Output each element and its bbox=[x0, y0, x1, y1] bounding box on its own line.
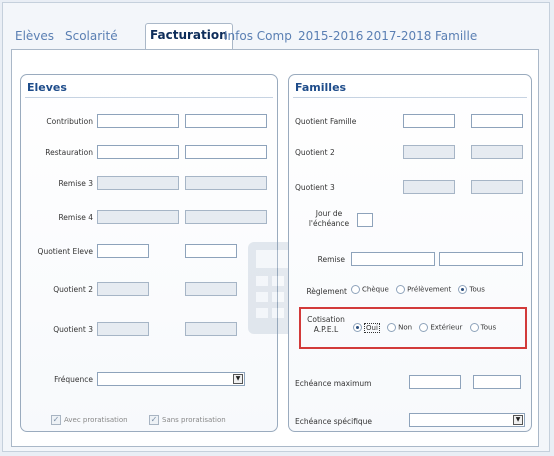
reglement-option-cheque[interactable]: Chèque bbox=[351, 285, 389, 294]
radio-icon bbox=[351, 285, 360, 294]
frequence-select[interactable]: ▼ bbox=[97, 372, 245, 386]
restauration-field-1[interactable] bbox=[97, 145, 179, 159]
cotisation-option-oui[interactable]: Oui bbox=[353, 322, 380, 333]
cotisation-option-label: Non bbox=[398, 323, 413, 332]
chevron-down-icon[interactable]: ▼ bbox=[513, 415, 523, 425]
echeance-max-label: Echéance maximum bbox=[295, 379, 372, 388]
familles-divider bbox=[293, 97, 527, 98]
chevron-down-icon[interactable]: ▼ bbox=[233, 374, 243, 384]
contribution-field-2[interactable] bbox=[185, 114, 267, 128]
quotient3-field-1[interactable] bbox=[97, 322, 149, 336]
tab-scolarite[interactable]: Scolarité bbox=[65, 25, 118, 47]
remise3-label: Remise 3 bbox=[58, 179, 93, 188]
remise-label: Remise bbox=[317, 255, 345, 264]
cotisation-label: Cotisation A.P.E.L bbox=[307, 315, 345, 334]
contribution-label: Contribution bbox=[46, 117, 93, 126]
avec-proratisation-label: Avec proratisation bbox=[64, 416, 128, 424]
reglement-label: Règlement bbox=[306, 287, 347, 296]
quotient2-field-1[interactable] bbox=[97, 282, 149, 296]
avec-proratisation-checkbox[interactable]: ✓ Avec proratisation bbox=[51, 415, 128, 425]
radio-icon bbox=[387, 323, 397, 332]
restauration-field-2[interactable] bbox=[185, 145, 267, 159]
restauration-label: Restauration bbox=[45, 148, 93, 157]
eleves-divider bbox=[25, 97, 273, 98]
tab-content: Eleves Contribution Restauration Remise … bbox=[11, 49, 539, 447]
eleves-title: Eleves bbox=[27, 81, 67, 94]
eleves-panel: Eleves Contribution Restauration Remise … bbox=[20, 74, 278, 432]
quotient2-label: Quotient 2 bbox=[53, 285, 93, 294]
remise4-field-1[interactable] bbox=[97, 210, 179, 224]
reglement-option-label: Prélèvement bbox=[407, 285, 452, 294]
quotient3-label: Quotient 3 bbox=[53, 325, 93, 334]
tab-2015-2016[interactable]: 2015-2016 bbox=[298, 25, 363, 47]
echeance-max-field-2[interactable] bbox=[473, 375, 521, 389]
familles-quotient2-label: Quotient 2 bbox=[295, 148, 335, 157]
familles-quotient2-field-1[interactable] bbox=[403, 145, 455, 159]
cotisation-option-tous[interactable]: Tous bbox=[469, 323, 497, 332]
quotient2-field-2[interactable] bbox=[185, 282, 237, 296]
tab-2017-2018[interactable]: 2017-2018 bbox=[366, 25, 431, 47]
familles-quotient3-label: Quotient 3 bbox=[295, 183, 335, 192]
quotient3-field-2[interactable] bbox=[185, 322, 237, 336]
tab-bar: Elèves Scolarité Facturation Infos Comp … bbox=[3, 3, 549, 51]
quotient-famille-field-1[interactable] bbox=[403, 114, 455, 128]
radio-icon bbox=[469, 323, 479, 332]
familles-panel: Familles Quotient Famille Quotient 2 Quo… bbox=[288, 74, 532, 432]
echeance-spec-label: Echéance spécifique bbox=[295, 417, 373, 426]
cotisation-option-label: Oui bbox=[364, 322, 380, 333]
reglement-option-tous[interactable]: Tous bbox=[458, 285, 485, 294]
familles-quotient3-field-2[interactable] bbox=[471, 180, 523, 194]
frequence-label: Fréquence bbox=[54, 375, 93, 384]
cotisation-option-non[interactable]: Non bbox=[387, 323, 412, 332]
remise3-field-1[interactable] bbox=[97, 176, 179, 190]
remise4-field-2[interactable] bbox=[185, 210, 267, 224]
sans-proratisation-label: Sans proratisation bbox=[162, 416, 226, 424]
reglement-option-label: Chèque bbox=[362, 285, 389, 294]
radio-icon bbox=[419, 323, 429, 332]
cotisation-option-label: Tous bbox=[480, 323, 497, 332]
radio-selected-icon bbox=[458, 285, 468, 294]
contribution-field-1[interactable] bbox=[97, 114, 179, 128]
quotient-famille-label: Quotient Famille bbox=[295, 117, 357, 126]
cotisation-radio-group: Oui Non Extérieur Tous bbox=[353, 322, 501, 333]
tab-famille[interactable]: Famille bbox=[435, 25, 477, 47]
checkbox-icon: ✓ bbox=[149, 415, 159, 425]
quotient-famille-field-2[interactable] bbox=[471, 114, 523, 128]
sans-proratisation-checkbox[interactable]: ✓ Sans proratisation bbox=[149, 415, 226, 425]
radio-selected-icon bbox=[353, 323, 362, 332]
tab-facturation[interactable]: Facturation bbox=[145, 23, 233, 49]
checkbox-icon: ✓ bbox=[51, 415, 61, 425]
quotient-eleve-field-1[interactable] bbox=[97, 244, 149, 258]
jour-echeance-label: Jour de l'échéance bbox=[308, 209, 350, 228]
familles-quotient3-field-1[interactable] bbox=[403, 180, 455, 194]
app-window: Elèves Scolarité Facturation Infos Comp … bbox=[2, 2, 550, 452]
cotisation-option-label: Extérieur bbox=[430, 323, 463, 332]
remise-field-2[interactable] bbox=[439, 252, 523, 266]
reglement-option-label: Tous bbox=[469, 285, 485, 294]
familles-quotient2-field-2[interactable] bbox=[471, 145, 523, 159]
cotisation-option-exterieur[interactable]: Extérieur bbox=[419, 323, 462, 332]
quotient-eleve-label: Quotient Eleve bbox=[37, 247, 93, 256]
remise4-label: Remise 4 bbox=[58, 213, 93, 222]
echeance-max-field-1[interactable] bbox=[409, 375, 461, 389]
radio-icon bbox=[396, 285, 406, 294]
echeance-spec-select[interactable]: ▼ bbox=[409, 413, 525, 427]
tab-infos-comp[interactable]: Infos Comp bbox=[224, 25, 292, 47]
familles-title: Familles bbox=[295, 81, 347, 94]
remise3-field-2[interactable] bbox=[185, 176, 267, 190]
remise-field-1[interactable] bbox=[351, 252, 435, 266]
reglement-option-prelevement[interactable]: Prélèvement bbox=[396, 285, 451, 294]
jour-echeance-field[interactable] bbox=[357, 213, 373, 227]
tab-eleves[interactable]: Elèves bbox=[15, 25, 54, 47]
reglement-radio-group: Chèque Prélèvement Tous bbox=[351, 285, 490, 294]
quotient-eleve-field-2[interactable] bbox=[185, 244, 237, 258]
